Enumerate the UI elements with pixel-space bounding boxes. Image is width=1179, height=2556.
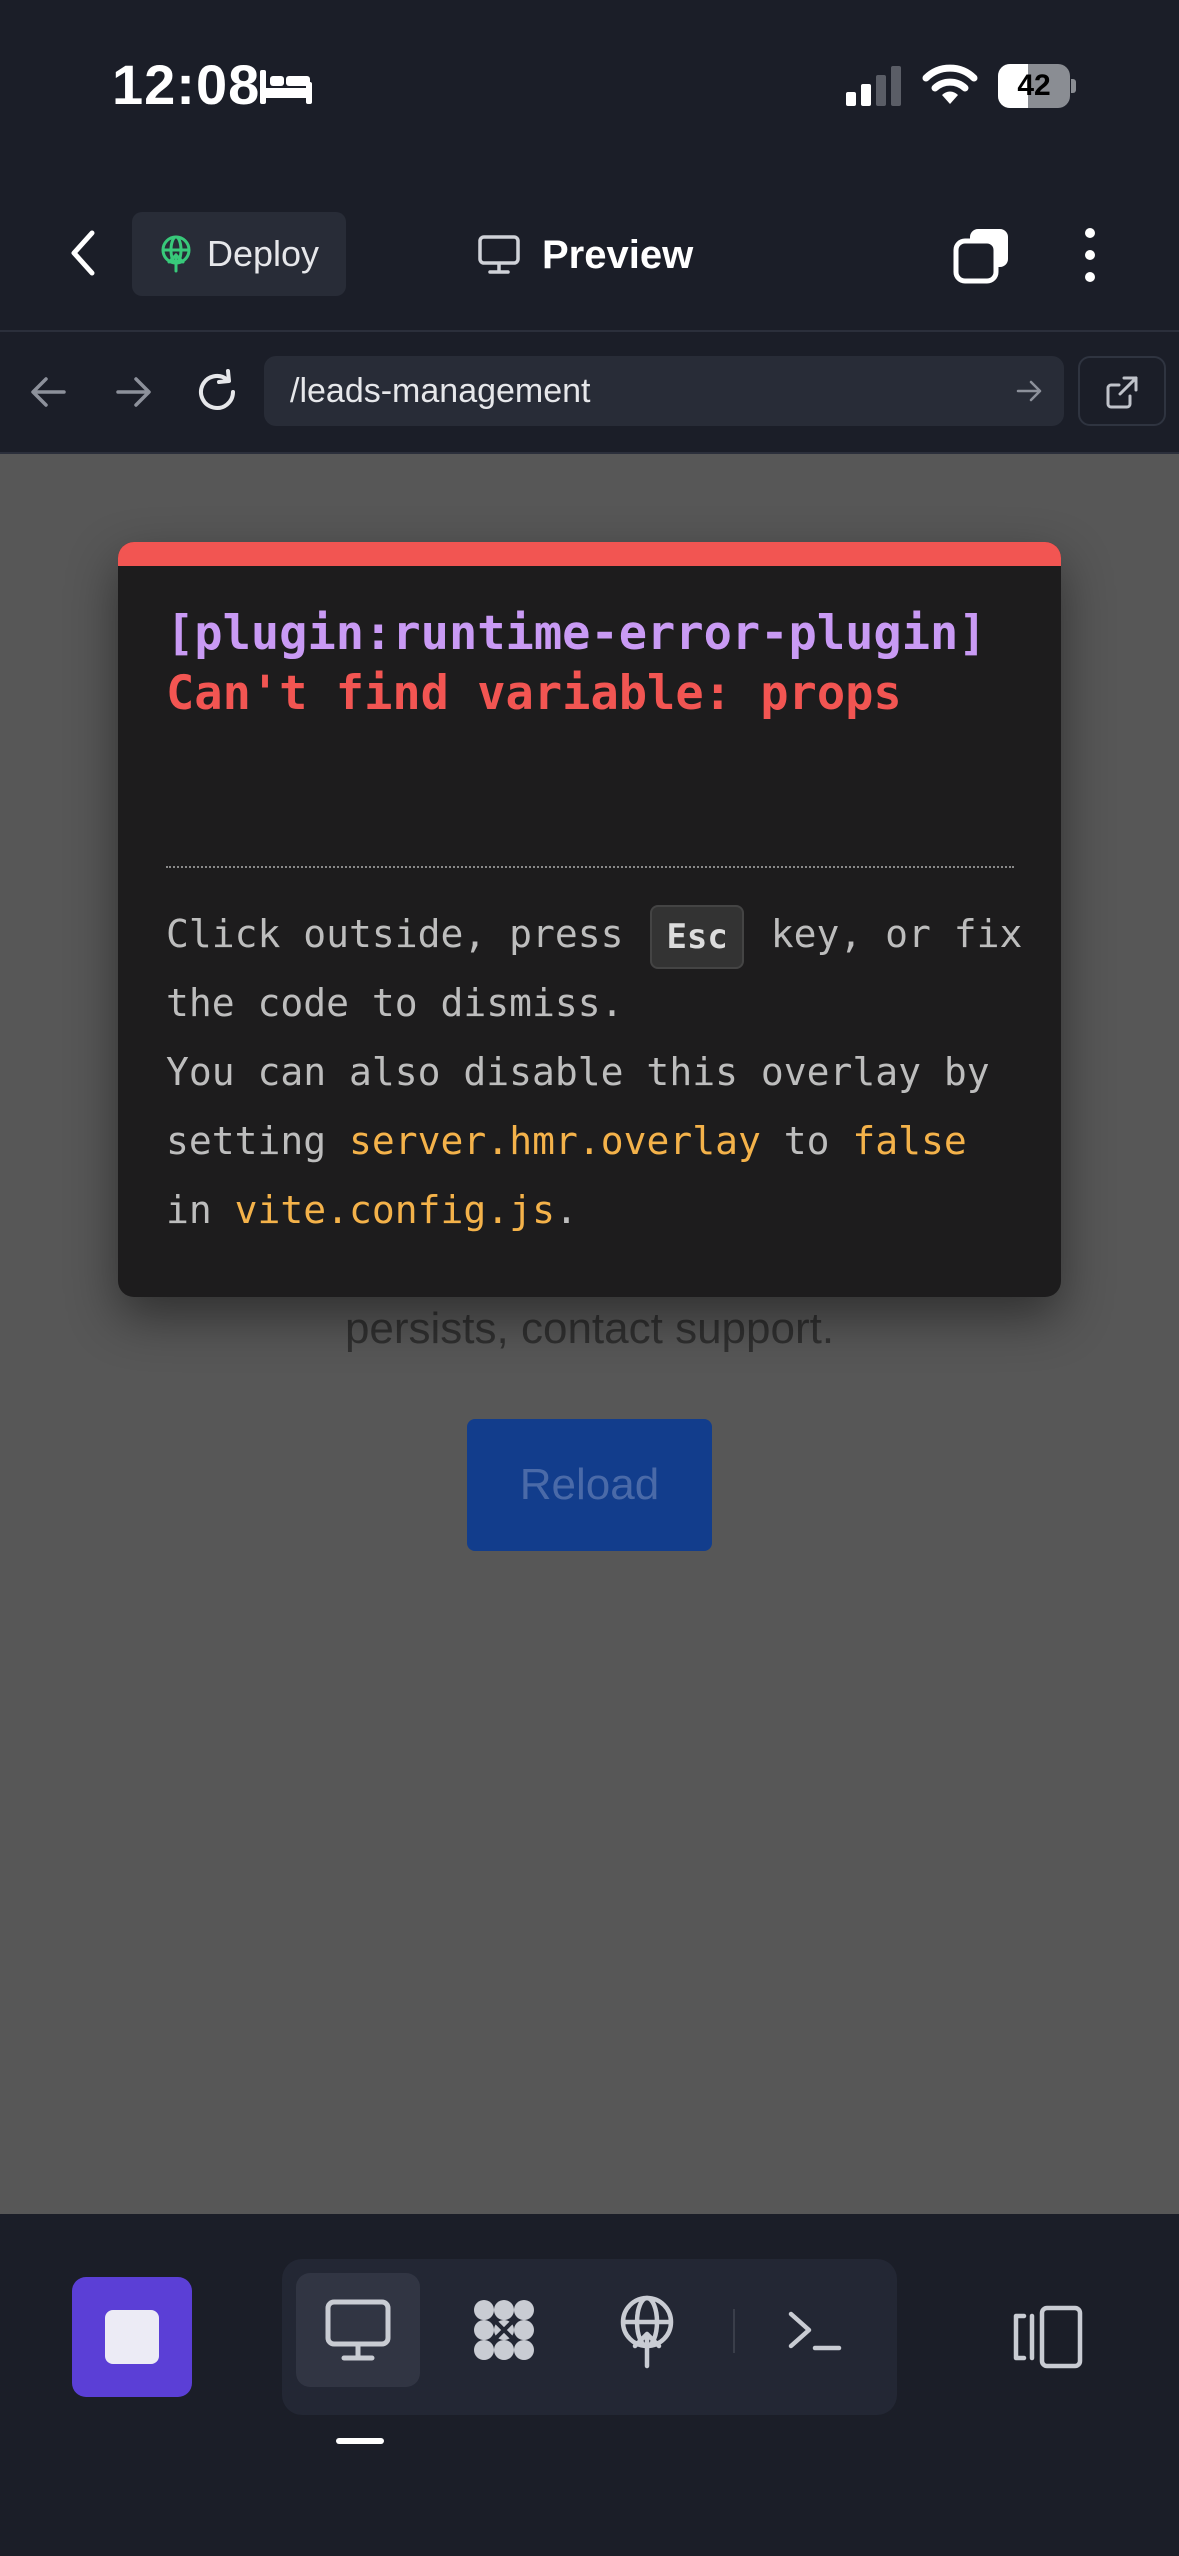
deploy-button[interactable]: Deploy (132, 212, 346, 296)
error-heading: [plugin:runtime-error-plugin] Can't find… (166, 604, 1026, 724)
divider (733, 2309, 735, 2353)
battery-indicator: 42 (998, 64, 1076, 108)
stop-button[interactable] (72, 2277, 192, 2397)
view-switcher (282, 2259, 897, 2415)
external-link-icon (1106, 376, 1138, 409)
stop-icon (105, 2310, 159, 2364)
tabs-icon[interactable] (952, 225, 1012, 285)
monitor-icon (478, 235, 520, 274)
reload-button[interactable]: Reload (467, 1419, 712, 1551)
tip-text: Click outside, press (166, 912, 624, 956)
esc-key: Esc (650, 904, 744, 969)
bottom-toolbar (0, 2214, 1179, 2556)
status-bar: 12:08 42 (0, 0, 1179, 175)
tip-text: in (166, 1188, 212, 1232)
panel-toggle-icon[interactable] (1008, 2302, 1088, 2372)
browser-toolbar: /leads-management (0, 332, 1179, 454)
url-input[interactable]: /leads-management (264, 356, 1064, 426)
code-snippet: server.hmr.overlay (349, 1119, 761, 1163)
url-path: /leads-management (290, 372, 591, 410)
vite-error-overlay[interactable]: [plugin:runtime-error-plugin] Can't find… (118, 542, 1061, 1297)
packages-icon[interactable] (464, 2290, 544, 2370)
tip-text: to (783, 1119, 830, 1163)
active-tab-indicator (336, 2438, 384, 2444)
arrow-right-icon[interactable] (108, 367, 158, 417)
app-header: Deploy Preview (0, 175, 1179, 332)
tip-text: . (554, 1188, 578, 1232)
open-external-button[interactable] (1078, 356, 1166, 426)
monitor-icon (325, 2299, 391, 2361)
deploy-icon[interactable] (607, 2290, 687, 2370)
battery-level: 42 (1017, 69, 1051, 102)
code-snippet: false (852, 1119, 967, 1163)
refresh-icon[interactable] (192, 367, 242, 417)
cellular-signal-icon (846, 66, 901, 106)
error-plugin-name: [plugin:runtime-error-plugin] (166, 606, 987, 661)
tab-preview[interactable] (296, 2273, 420, 2387)
preview-title: Preview (478, 215, 693, 295)
preview-label: Preview (542, 232, 694, 277)
error-message: Can't find variable: props (166, 666, 902, 721)
chevron-left-icon[interactable] (62, 227, 106, 279)
wifi-icon (922, 64, 978, 104)
deploy-label: Deploy (206, 233, 320, 274)
more-vertical-icon[interactable] (1070, 225, 1110, 285)
code-snippet: vite.config.js (234, 1188, 555, 1232)
error-page-message: persists, contact support. (344, 1304, 835, 1353)
divider (166, 866, 1014, 868)
terminal-icon[interactable] (777, 2290, 857, 2370)
sleep-focus-icon (260, 70, 312, 104)
status-time: 12:08 (112, 53, 261, 116)
arrow-left-icon[interactable] (24, 367, 74, 417)
deploy-globe-icon (161, 235, 191, 273)
arrow-right-icon[interactable] (1014, 376, 1044, 406)
overlay-tip: Click outside, press Esc key, or fix the… (166, 900, 1046, 1245)
error-accent-bar (118, 542, 1061, 566)
